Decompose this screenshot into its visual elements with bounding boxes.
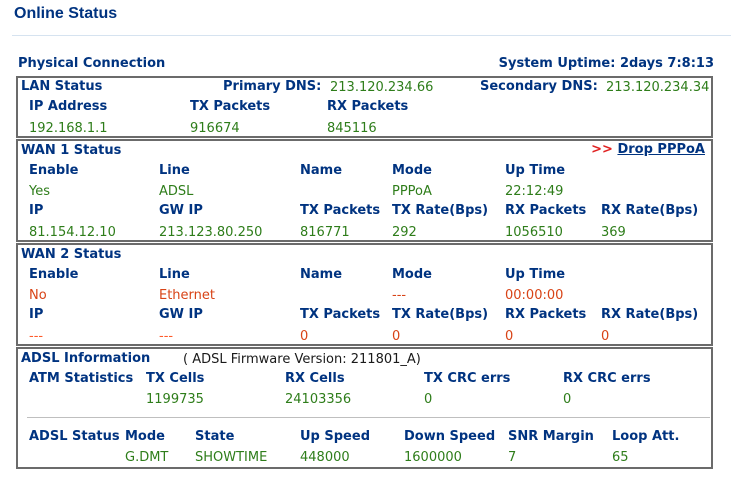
wan2-mode-value: --- xyxy=(392,288,407,303)
wan2-name-header: Name xyxy=(300,267,343,282)
lan-tx-header: TX Packets xyxy=(190,99,271,114)
drop-pppoa-link[interactable]: >> Drop PPPoA xyxy=(591,142,705,157)
wan1-ip-header: IP xyxy=(29,203,44,218)
wan2-rxrate-value: 0 xyxy=(601,329,610,344)
wan2-tx-header: TX Packets xyxy=(300,307,381,322)
wan2-mode-header: Mode xyxy=(392,267,432,282)
atm-statistics-label: ATM Statistics xyxy=(29,371,134,386)
adsl-down-speed-value: 1600000 xyxy=(404,450,462,465)
wan2-enable-value: No xyxy=(29,288,47,303)
wan2-rx-value: 0 xyxy=(505,329,514,344)
wan1-status-panel: WAN 1 Status >> Drop PPPoA Enable Line N… xyxy=(16,139,713,242)
wan1-enable-header: Enable xyxy=(29,163,79,178)
wan1-name-header: Name xyxy=(300,163,343,178)
physical-connection-label: Physical Connection xyxy=(18,56,166,71)
adsl-status-label: ADSL Status xyxy=(29,429,120,444)
wan1-line-value: ADSL xyxy=(159,184,194,199)
lan-ip-header: IP Address xyxy=(29,99,108,114)
adsl-divider xyxy=(27,417,710,418)
adsl-mode-header: Mode xyxy=(125,429,165,444)
wan1-mode-value: PPPoA xyxy=(392,184,432,199)
adsl-snr-margin-value: 7 xyxy=(508,450,517,465)
title-divider xyxy=(12,35,731,36)
wan2-ip-value: --- xyxy=(29,329,44,344)
atm-rx-crc-header: RX CRC errs xyxy=(563,371,651,386)
wan2-ip-header: IP xyxy=(29,307,44,322)
adsl-up-speed-value: 448000 xyxy=(300,450,350,465)
adsl-snr-margin-header: SNR Margin xyxy=(508,429,594,444)
atm-rx-cells-value: 24103356 xyxy=(285,392,352,407)
system-uptime: System Uptime: 2days 7:8:13 xyxy=(499,56,714,71)
adsl-loop-att-header: Loop Att. xyxy=(612,429,680,444)
wan1-mode-header: Mode xyxy=(392,163,432,178)
adsl-down-speed-header: Down Speed xyxy=(404,429,496,444)
lan-rx-value: 845116 xyxy=(327,121,377,136)
wan1-txrate-header: TX Rate(Bps) xyxy=(392,203,489,218)
atm-tx-crc-header: TX CRC errs xyxy=(424,371,511,386)
adsl-up-speed-header: Up Speed xyxy=(300,429,370,444)
wan2-line-header: Line xyxy=(159,267,190,282)
secondary-dns-label: Secondary DNS: xyxy=(480,79,598,94)
wan1-rx-header: RX Packets xyxy=(505,203,587,218)
wan2-gw-header: GW IP xyxy=(159,307,203,322)
wan1-uptime-value: 22:12:49 xyxy=(505,184,564,199)
wan2-gw-value: --- xyxy=(159,329,174,344)
atm-tx-cells-header: TX Cells xyxy=(146,371,205,386)
wan2-uptime-header: Up Time xyxy=(505,267,566,282)
lan-status-panel: LAN Status Primary DNS: 213.120.234.66 S… xyxy=(16,76,713,138)
page-title: Online Status xyxy=(14,5,118,22)
drop-arrows-icon: >> xyxy=(591,142,613,157)
adsl-mode-value: G.DMT xyxy=(125,450,169,465)
wan1-rxrate-value: 369 xyxy=(601,225,626,240)
wan1-tx-value: 816771 xyxy=(300,225,350,240)
adsl-info-panel: ADSL Information ( ADSL Firmware Version… xyxy=(16,347,713,469)
atm-rx-crc-value: 0 xyxy=(563,392,572,407)
secondary-dns-value: 213.120.234.34 xyxy=(606,80,710,95)
lan-ip-value: 192.168.1.1 xyxy=(29,121,108,136)
adsl-state-header: State xyxy=(195,429,235,444)
wan1-line-header: Line xyxy=(159,163,190,178)
atm-tx-cells-value: 1199735 xyxy=(146,392,204,407)
wan2-txrate-header: TX Rate(Bps) xyxy=(392,307,489,322)
lan-rx-header: RX Packets xyxy=(327,99,409,114)
atm-rx-cells-header: RX Cells xyxy=(285,371,345,386)
wan1-gw-value: 213.123.80.250 xyxy=(159,225,263,240)
wan1-tx-header: TX Packets xyxy=(300,203,381,218)
lan-tx-value: 916674 xyxy=(190,121,240,136)
wan1-uptime-header: Up Time xyxy=(505,163,566,178)
wan1-enable-value: Yes xyxy=(29,184,50,199)
wan1-txrate-value: 292 xyxy=(392,225,417,240)
wan1-ip-value: 81.154.12.10 xyxy=(29,225,116,240)
physical-connection-header: Physical Connection System Uptime: 2days… xyxy=(18,56,714,71)
wan2-rx-header: RX Packets xyxy=(505,307,587,322)
drop-pppoa-label[interactable]: Drop PPPoA xyxy=(617,142,705,157)
primary-dns-value: 213.120.234.66 xyxy=(330,80,434,95)
adsl-state-value: SHOWTIME xyxy=(195,450,268,465)
wan2-enable-header: Enable xyxy=(29,267,79,282)
wan1-gw-header: GW IP xyxy=(159,203,203,218)
wan2-uptime-value: 00:00:00 xyxy=(505,288,564,303)
wan2-tx-value: 0 xyxy=(300,329,309,344)
atm-tx-crc-value: 0 xyxy=(424,392,433,407)
lan-status-title: LAN Status xyxy=(21,79,103,94)
wan2-status-panel: WAN 2 Status Enable Line Name Mode Up Ti… xyxy=(16,243,713,346)
wan2-line-value: Ethernet xyxy=(159,288,215,303)
adsl-loop-att-value: 65 xyxy=(612,450,629,465)
wan1-status-title: WAN 1 Status xyxy=(21,143,122,158)
adsl-info-title: ADSL Information xyxy=(21,351,151,366)
wan1-rx-value: 1056510 xyxy=(505,225,563,240)
primary-dns-label: Primary DNS: xyxy=(223,79,322,94)
adsl-firmware-version: ( ADSL Firmware Version: 211801_A) xyxy=(183,352,421,367)
system-uptime-value: 2days 7:8:13 xyxy=(619,56,714,71)
wan2-rxrate-header: RX Rate(Bps) xyxy=(601,307,699,322)
wan1-rxrate-header: RX Rate(Bps) xyxy=(601,203,699,218)
wan2-status-title: WAN 2 Status xyxy=(21,247,122,262)
system-uptime-label: System Uptime: xyxy=(498,56,616,71)
wan2-txrate-value: 0 xyxy=(392,329,401,344)
